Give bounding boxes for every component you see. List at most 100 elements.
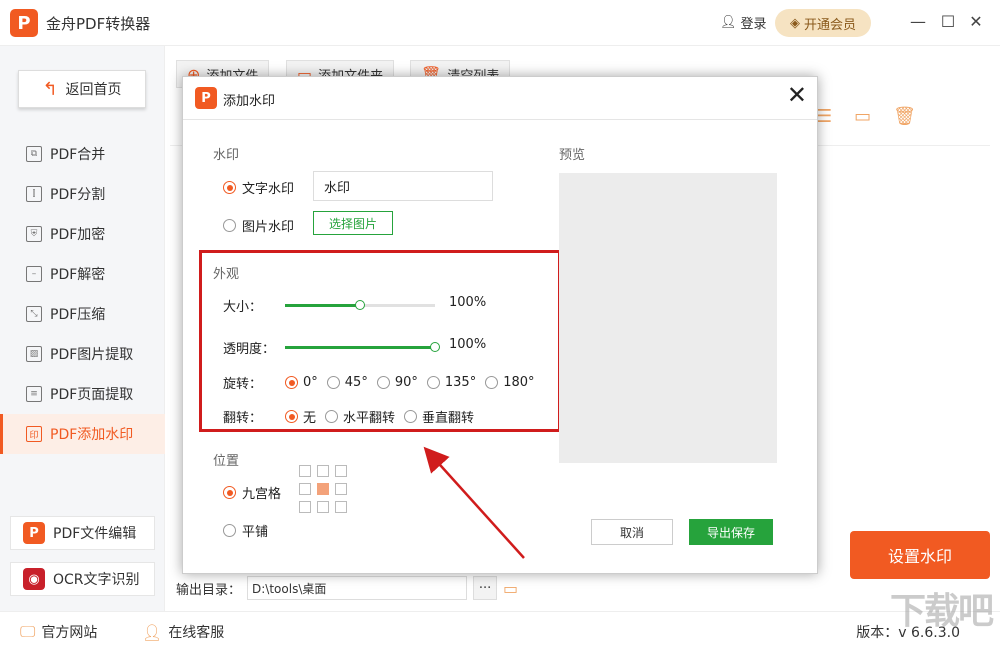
compress-icon: ⤡ <box>26 306 42 322</box>
home-button[interactable]: ↰ 返回首页 <box>18 70 146 108</box>
grid-option-label: 九宫格 <box>242 487 282 502</box>
website-label: 官方网站 <box>41 625 98 641</box>
app-title: 金舟PDF转换器 <box>46 15 151 33</box>
sidebar-item-label: PDF压缩 <box>50 307 106 323</box>
dialog-divider <box>183 119 817 120</box>
sidebar-item-label: PDF图片提取 <box>50 347 134 363</box>
preview-label: 预览 <box>559 148 586 163</box>
output-directory-row: 输出目录： D:\tools\桌面 ··· ▭ <box>176 576 518 600</box>
radio-selected <box>223 486 236 499</box>
text-watermark-label: 文字水印 <box>242 182 295 197</box>
unlock-shield-icon: – <box>26 266 42 282</box>
watermark-section-label: 水印 <box>213 148 240 163</box>
sidebar-item-label: PDF合并 <box>50 147 106 163</box>
login-label: 登录 <box>740 17 767 32</box>
grid-cell[interactable] <box>317 501 329 513</box>
return-arrow-icon: ↰ <box>42 78 58 100</box>
sidebar-item-compress[interactable]: ⤡ PDF压缩 <box>0 294 165 334</box>
dialog-title: 添加水印 <box>223 94 276 109</box>
output-path-field[interactable]: D:\tools\桌面 <box>247 576 468 600</box>
monitor-icon: 🖵︎ <box>20 622 36 641</box>
user-icon: 👤︎ <box>720 15 737 30</box>
sidebar: ↰ 返回首页 ⧉ PDF合并 ⫿ PDF分割 ⛨ PDF加密 – PDF解密 ⤡ PDF压… <box>0 46 165 611</box>
sidebar-nav: ⧉ PDF合并 ⫿ PDF分割 ⛨ PDF加密 – PDF解密 ⤡ PDF压缩 ▨ PDF图… <box>0 134 165 454</box>
login-button[interactable]: 👤︎ 登录 <box>720 13 767 32</box>
split-icon: ⫿ <box>26 186 42 202</box>
grid-position-radio[interactable]: 九宫格 <box>223 483 281 502</box>
grid-cell[interactable] <box>335 501 347 513</box>
nine-grid-selector <box>299 465 347 513</box>
folder-open-icon[interactable]: ▭ <box>854 106 871 127</box>
grid-cell[interactable] <box>335 465 347 477</box>
grid-cell[interactable] <box>299 465 311 477</box>
tile-option-label: 平铺 <box>242 525 269 540</box>
text-watermark-radio[interactable]: 文字水印 <box>223 178 294 197</box>
sidebar-item-merge[interactable]: ⧉ PDF合并 <box>0 134 165 174</box>
radio-unselected <box>223 219 236 232</box>
grid-cell[interactable] <box>299 501 311 513</box>
vip-button[interactable]: ◈ 开通会员 <box>775 9 871 37</box>
minimize-button[interactable]: — <box>908 12 928 31</box>
sidebar-item-decrypt[interactable]: – PDF解密 <box>0 254 165 294</box>
merge-icon: ⧉ <box>26 146 42 162</box>
app-logo: P <box>10 9 38 37</box>
title-bar: P 金舟PDF转换器 👤︎ 登录 ◈ 开通会员 — ☐ ✕ <box>0 0 1000 46</box>
image-watermark-radio[interactable]: 图片水印 <box>223 216 294 235</box>
list-icon[interactable]: ☰ <box>816 106 832 127</box>
ocr-eye-icon: ◉ <box>23 568 45 590</box>
sidebar-item-encrypt[interactable]: ⛨ PDF加密 <box>0 214 165 254</box>
image-icon: ▨ <box>26 346 42 362</box>
highlight-box <box>199 250 561 432</box>
add-watermark-dialog: P 添加水印 ✕ 水印 文字水印 水印 图片水印 选择图片 外观 大小： 100… <box>182 76 818 574</box>
grid-cell[interactable] <box>317 483 329 495</box>
sidebar-item-label: PDF加密 <box>50 227 106 243</box>
dialog-close-icon[interactable]: ✕ <box>787 83 807 107</box>
pdf-editor-button[interactable]: P PDF文件编辑 <box>10 516 155 550</box>
choose-image-button[interactable]: 选择图片 <box>313 211 393 235</box>
open-folder-icon[interactable]: ▭ <box>503 579 518 598</box>
delete-icon[interactable]: 🗑︎ <box>893 106 916 127</box>
sidebar-item-label: PDF分割 <box>50 187 106 203</box>
close-window-button[interactable]: ✕ <box>966 12 986 31</box>
sidebar-item-label: PDF页面提取 <box>50 387 134 403</box>
grid-cell[interactable] <box>299 483 311 495</box>
set-watermark-button[interactable]: 设置水印 <box>850 531 990 579</box>
sidebar-item-image-extract[interactable]: ▨ PDF图片提取 <box>0 334 165 374</box>
home-label: 返回首页 <box>65 82 122 98</box>
vip-label: 开通会员 <box>803 17 856 33</box>
watermark-text-input[interactable]: 水印 <box>313 171 493 201</box>
online-support-link[interactable]: 👤︎ 在线客服 <box>142 622 224 642</box>
dialog-logo: P <box>195 87 217 109</box>
watermark-icon: 印 <box>26 426 42 442</box>
tile-position-radio[interactable]: 平铺 <box>223 521 268 540</box>
row-actions: ☰ ▭ 🗑︎ <box>816 106 916 127</box>
grid-cell[interactable] <box>317 465 329 477</box>
radio-selected <box>223 181 236 194</box>
dialog-header: P 添加水印 ✕ <box>183 77 817 119</box>
radio-unselected <box>223 524 236 537</box>
sidebar-item-split[interactable]: ⫿ PDF分割 <box>0 174 165 214</box>
position-section-label: 位置 <box>213 454 240 469</box>
cancel-button[interactable]: 取消 <box>591 519 673 545</box>
footer: 🖵︎ 官方网站 👤︎ 在线客服 版本：v 6.6.3.0 <box>0 611 1000 650</box>
browse-button[interactable]: ··· <box>473 576 498 600</box>
output-label: 输出目录： <box>176 582 242 598</box>
official-website-link[interactable]: 🖵︎ 官方网站 <box>20 622 97 642</box>
support-label: 在线客服 <box>168 625 225 641</box>
sidebar-item-label: PDF解密 <box>50 267 106 283</box>
maximize-button[interactable]: ☐ <box>938 12 958 31</box>
ocr-button[interactable]: ◉ OCR文字识别 <box>10 562 155 596</box>
sidebar-item-page-extract[interactable]: ≡ PDF页面提取 <box>0 374 165 414</box>
export-save-button[interactable]: 导出保存 <box>689 519 773 545</box>
page-icon: ≡ <box>26 386 42 402</box>
site-watermark-logo: 下载吧 <box>889 591 994 632</box>
ocr-label: OCR文字识别 <box>53 572 140 588</box>
pdf-editor-label: PDF文件编辑 <box>53 526 137 542</box>
sidebar-item-label: PDF添加水印 <box>50 427 134 443</box>
sidebar-item-watermark[interactable]: 印 PDF添加水印 <box>0 414 165 454</box>
pdf-editor-icon: P <box>23 522 45 544</box>
preview-area <box>559 173 777 463</box>
support-person-icon: 👤︎ <box>142 622 163 642</box>
lock-shield-icon: ⛨ <box>26 226 42 242</box>
grid-cell[interactable] <box>335 483 347 495</box>
